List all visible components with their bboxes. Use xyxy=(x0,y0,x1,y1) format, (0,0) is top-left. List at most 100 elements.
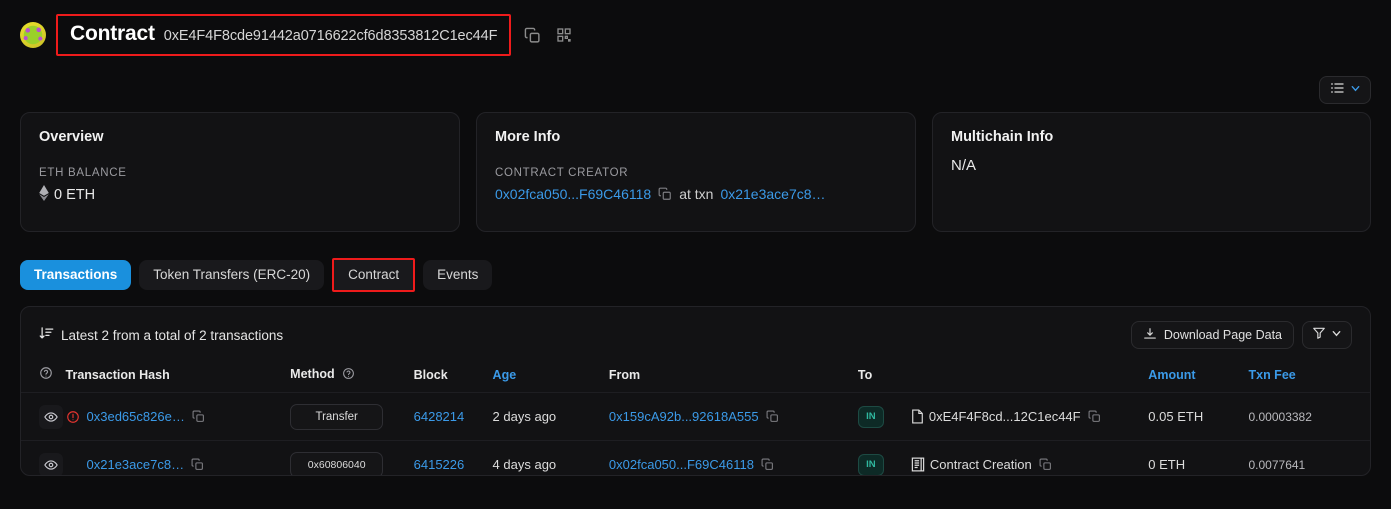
chevron-down-icon xyxy=(1331,326,1342,344)
row-amount-cell: 0.05 ETH xyxy=(1148,409,1204,424)
filter-button[interactable] xyxy=(1302,321,1352,349)
col-amount[interactable]: Amount xyxy=(1148,359,1248,393)
copy-icon[interactable] xyxy=(191,458,204,471)
list-icon xyxy=(1329,80,1345,101)
multichain-info-card: Multichain Info N/A xyxy=(932,112,1371,232)
row-hash-cell: 0x21e3ace7c8… xyxy=(66,441,291,476)
block-link[interactable]: 6415226 xyxy=(414,457,465,472)
at-txn-label: at txn xyxy=(679,186,714,202)
row-method-cell: 0x60806040 xyxy=(290,441,413,475)
contract-creator-label: CONTRACT CREATOR xyxy=(495,167,629,179)
contract-creation-icon xyxy=(911,457,925,472)
eth-balance-value: 0 ETH xyxy=(54,187,96,203)
copy-icon[interactable] xyxy=(1039,458,1052,471)
row-block-cell: 6415226 xyxy=(414,441,493,476)
row-amount-cell: 0 ETH xyxy=(1148,457,1186,473)
eye-icon[interactable] xyxy=(39,452,63,475)
col-transaction-hash: Transaction Hash xyxy=(65,367,170,382)
from-address-link[interactable]: 0x02fca050...F69C46118 xyxy=(609,457,754,472)
panel-header: Latest 2 from a total of 2 transactions … xyxy=(21,307,1370,359)
tab-events[interactable]: Events xyxy=(423,260,493,290)
copy-icon[interactable] xyxy=(761,458,774,471)
method-badge: 0x60806040 xyxy=(290,451,384,475)
contract-address-highlight: Contract 0xE4F4F8cde91442a0716622cf6d835… xyxy=(56,14,512,56)
row-block-cell: 6428214 xyxy=(414,393,493,441)
overview-title: Overview xyxy=(39,129,104,145)
overview-card: Overview ETH BALANCE 0 ETH xyxy=(20,112,460,232)
col-select xyxy=(21,359,66,393)
more-info-title: More Info xyxy=(495,129,561,145)
row-select-cell xyxy=(21,441,66,475)
download-icon xyxy=(1143,327,1157,344)
col-age[interactable]: Age xyxy=(493,359,609,393)
qr-code-icon[interactable] xyxy=(553,24,575,46)
copy-icon[interactable] xyxy=(658,187,672,201)
col-method-label: Method xyxy=(290,366,335,381)
row-from-cell: 0x159cA92b...92618A555 xyxy=(609,393,858,441)
row-to-cell: IN Contract Creation xyxy=(857,441,1148,475)
copy-icon[interactable] xyxy=(766,410,779,423)
panel-summary-text: Latest 2 from a total of 2 transactions xyxy=(61,327,284,343)
row-to-cell: IN 0xE4F4F8cd...12C1ec44F xyxy=(857,393,1148,441)
multichain-info-title: Multichain Info xyxy=(951,129,1054,145)
col-method: Method xyxy=(290,359,413,393)
eth-balance-value-row: 0 ETH xyxy=(39,185,441,205)
tab-token-transfers[interactable]: Token Transfers (ERC-20) xyxy=(139,260,325,290)
view-options-button[interactable] xyxy=(1319,76,1371,104)
transaction-hash-link[interactable]: 0x21e3ace7c8… xyxy=(87,457,185,472)
to-address-text: Contract Creation xyxy=(929,457,1032,473)
col-to: To xyxy=(857,367,873,382)
panel-summary-row: Latest 2 from a total of 2 transactions xyxy=(39,326,283,344)
eth-balance-label: ETH BALANCE xyxy=(39,167,127,179)
transactions-panel: Latest 2 from a total of 2 transactions … xyxy=(20,306,1371,476)
direction-badge: IN xyxy=(857,453,884,475)
row-age-cell: 4 days ago xyxy=(492,457,557,473)
transaction-hash-link[interactable]: 0x3ed65c826e… xyxy=(87,409,185,424)
eye-icon[interactable] xyxy=(39,404,63,429)
row-age-cell: 2 days ago xyxy=(492,409,557,424)
copy-icon[interactable] xyxy=(521,24,543,46)
multichain-info-value: N/A xyxy=(951,157,977,174)
download-page-data-button[interactable]: Download Page Data xyxy=(1130,321,1294,349)
row-hash-cell: 0x3ed65c826e… xyxy=(66,393,291,441)
page-title: Contract xyxy=(70,22,155,45)
more-info-card: More Info CONTRACT CREATOR 0x02fca050...… xyxy=(476,112,916,232)
row-fee-cell: 0.0077641 xyxy=(1248,457,1306,472)
col-block: Block xyxy=(413,367,448,382)
creation-txn-link[interactable]: 0x21e3ace7c8… xyxy=(720,186,825,202)
direction-badge: IN xyxy=(857,405,884,428)
to-address-text: 0xE4F4F8cd...12C1ec44F xyxy=(928,409,1081,424)
block-link[interactable]: 6428214 xyxy=(414,409,465,424)
question-circle-icon[interactable] xyxy=(39,367,53,383)
filter-icon xyxy=(1312,326,1326,345)
error-circle-icon[interactable] xyxy=(66,410,80,424)
page-toolbar xyxy=(0,70,1391,110)
row-fee-cell: 0.00003382 xyxy=(1248,409,1312,424)
from-address-link[interactable]: 0x159cA92b...92618A555 xyxy=(609,409,759,424)
transactions-table: Transaction Hash Method Block Age From T… xyxy=(21,359,1370,476)
contract-creator-link[interactable]: 0x02fca050...F69C46118 xyxy=(495,186,651,202)
panel-actions: Download Page Data xyxy=(1130,321,1352,349)
method-badge: Transfer xyxy=(290,403,384,430)
table-row: 0x21e3ace7c8… 0x60806040 6415226 4 days … xyxy=(21,440,1370,476)
tab-contract[interactable]: Contract xyxy=(332,258,416,292)
table-row: 0x3ed65c826e… Transfer 6428214 2 days ag… xyxy=(21,392,1370,441)
col-txn-fee[interactable]: Txn Fee xyxy=(1248,359,1370,393)
copy-icon[interactable] xyxy=(192,410,205,423)
ethereum-icon xyxy=(39,185,49,205)
table-body: 0x3ed65c826e… Transfer 6428214 2 days ag… xyxy=(21,392,1370,476)
contract-address: 0xE4F4F8cde91442a0716622cf6d8353812C1ec4… xyxy=(163,28,498,44)
table-header-row: Transaction Hash Method Block Age From T… xyxy=(21,359,1370,393)
question-circle-icon[interactable] xyxy=(342,367,355,383)
content-tabs: Transactions Token Transfers (ERC-20) Co… xyxy=(0,258,1391,292)
tab-transactions[interactable]: Transactions xyxy=(20,260,132,290)
identicon-avatar xyxy=(20,22,46,48)
download-page-data-label: Download Page Data xyxy=(1163,328,1282,342)
sort-descending-icon xyxy=(39,326,54,344)
row-select-cell xyxy=(21,393,66,441)
chevron-down-icon xyxy=(1350,81,1361,99)
row-method-cell: Transfer xyxy=(290,393,413,441)
copy-icon[interactable] xyxy=(1088,410,1101,423)
info-cards: Overview ETH BALANCE 0 ETH More Info CON… xyxy=(0,112,1391,232)
contract-doc-icon xyxy=(911,409,924,424)
